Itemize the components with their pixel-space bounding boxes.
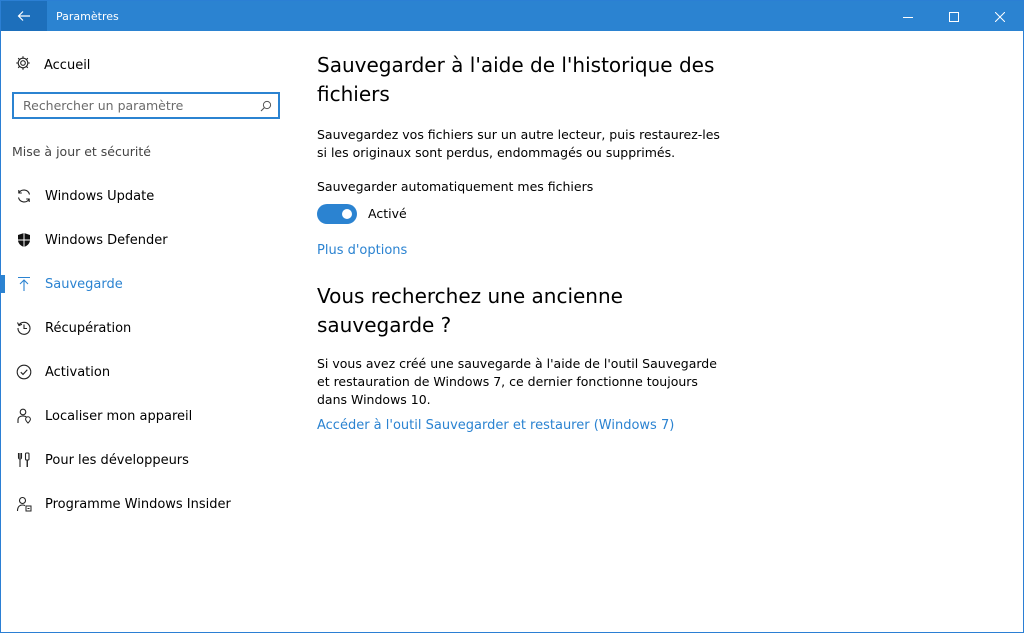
close-icon	[994, 7, 1006, 26]
home-link[interactable]: Accueil	[15, 55, 90, 75]
toggle-state-text: Activé	[368, 206, 407, 221]
title-bar: Paramètres	[1, 1, 1023, 31]
maximize-button[interactable]	[931, 1, 977, 31]
sidebar-nav: Windows Update Windows Defender Sauvegar…	[1, 174, 297, 526]
check-circle-icon	[16, 364, 32, 380]
toggle-knob	[342, 209, 352, 219]
search-input[interactable]: Rechercher un paramètre	[12, 92, 280, 119]
shield-icon	[16, 232, 32, 248]
page-title: Sauvegarder à l'aide de l'historique des…	[317, 53, 715, 106]
maximize-icon	[949, 7, 959, 26]
sidebar-item-label: Windows Update	[45, 188, 155, 204]
auto-backup-label: Sauvegarder automatiquement mes fichiers	[317, 179, 594, 194]
settings-window: Paramètres Accueil Rechercher un paramèt…	[0, 0, 1024, 633]
sidebar-item-label: Pour les développeurs	[45, 452, 189, 468]
sidebar-item-label: Windows Defender	[45, 232, 168, 248]
close-button[interactable]	[977, 1, 1023, 31]
window-title: Paramètres	[56, 9, 119, 23]
home-label: Accueil	[44, 57, 91, 73]
window-controls	[885, 1, 1023, 31]
backup-restore-win7-link[interactable]: Accéder à l'outil Sauvegarder et restaur…	[317, 418, 674, 433]
sidebar-item-developpeurs[interactable]: Pour les développeurs	[1, 438, 297, 482]
sidebar-item-recuperation[interactable]: Récupération	[1, 306, 297, 350]
section2-description: Si vous avez créé une sauvegarde à l'aid…	[317, 356, 717, 407]
sync-icon	[16, 188, 32, 204]
sidebar-item-localiser[interactable]: Localiser mon appareil	[1, 394, 297, 438]
sidebar-item-label: Activation	[45, 364, 111, 380]
sidebar: Accueil Rechercher un paramètre Mise à j…	[1, 32, 297, 632]
gear-icon	[15, 55, 31, 75]
page-description: Sauvegardez vos fichiers sur un autre le…	[317, 127, 720, 160]
back-arrow-icon	[17, 10, 31, 22]
search-icon[interactable]	[260, 100, 272, 112]
minimize-button[interactable]	[885, 1, 931, 31]
sidebar-item-sauvegarde[interactable]: Sauvegarde	[1, 262, 297, 306]
search-placeholder: Rechercher un paramètre	[23, 98, 184, 113]
sidebar-item-insider[interactable]: Programme Windows Insider	[1, 482, 297, 526]
back-button[interactable]	[1, 1, 47, 31]
insider-person-icon	[16, 496, 32, 512]
sidebar-item-activation[interactable]: Activation	[1, 350, 297, 394]
section-label: Mise à jour et sécurité	[12, 144, 151, 159]
upload-arrow-icon	[16, 276, 32, 292]
minimize-icon	[903, 7, 913, 26]
person-location-icon	[16, 408, 32, 424]
auto-backup-toggle[interactable]	[317, 204, 357, 224]
sidebar-item-windows-defender[interactable]: Windows Defender	[1, 218, 297, 262]
sidebar-item-label: Sauvegarde	[45, 276, 123, 292]
section2-title: Vous recherchez une ancienne sauvegarde …	[317, 284, 623, 337]
history-icon	[16, 320, 32, 336]
sidebar-item-label: Récupération	[45, 320, 132, 336]
sidebar-item-label: Programme Windows Insider	[45, 496, 231, 512]
sidebar-item-windows-update[interactable]: Windows Update	[1, 174, 297, 218]
more-options-link[interactable]: Plus d'options	[317, 243, 407, 258]
developer-tools-icon	[16, 452, 32, 468]
sidebar-item-label: Localiser mon appareil	[45, 408, 193, 424]
